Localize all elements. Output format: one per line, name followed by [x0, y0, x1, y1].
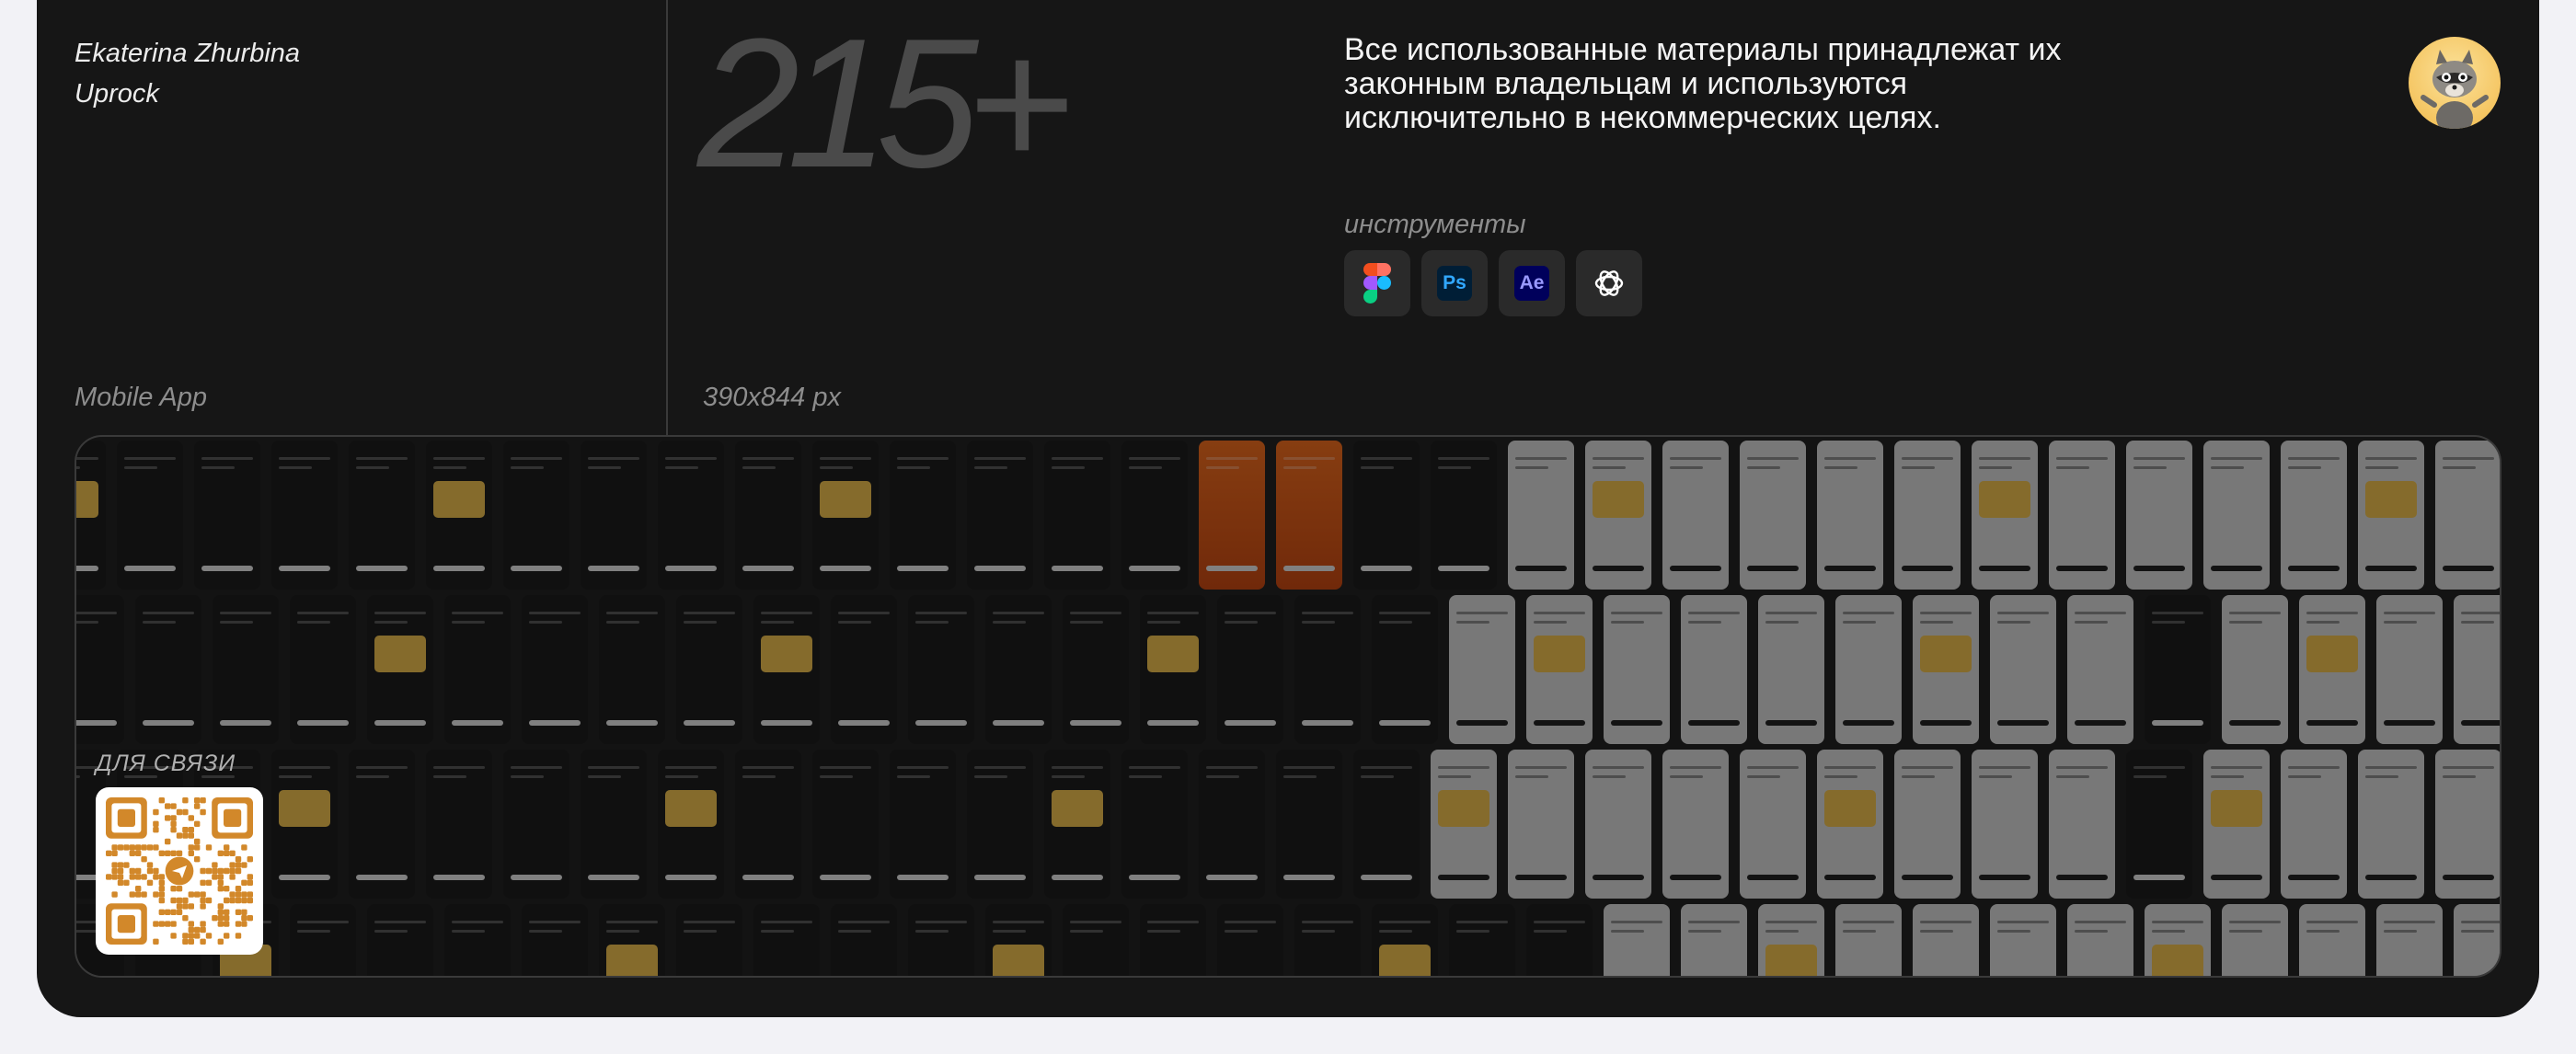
- gallery-overlay: [76, 437, 2500, 976]
- author-company: Uprock: [75, 79, 159, 109]
- qr-code[interactable]: [96, 787, 263, 955]
- figma-icon: [1363, 263, 1391, 304]
- photoshop-icon: Ps: [1437, 266, 1472, 301]
- project-type-label: Mobile App: [75, 383, 208, 412]
- telegram-qr-code-icon: [106, 797, 253, 945]
- tool-chatgpt[interactable]: [1576, 250, 1642, 316]
- tools-label: инструменты: [1344, 210, 1526, 239]
- screen-size-label: 390x844 px: [703, 383, 841, 412]
- tools-list: Ps Ae: [1344, 250, 1642, 316]
- author-name: Ekaterina Zhurbina: [75, 39, 301, 68]
- author-block: Ekaterina Zhurbina Uprock: [75, 33, 300, 114]
- copyright-notice: Все использованные материалы принадлежат…: [1344, 32, 2062, 135]
- contact-label: ДЛЯ СВЯЗИ: [96, 750, 236, 776]
- portfolio-card: Ekaterina Zhurbina Uprock 215+ Все испол…: [37, 0, 2539, 1017]
- raccoon-avatar-icon: [2421, 50, 2489, 129]
- tool-after-effects[interactable]: Ae: [1499, 250, 1565, 316]
- after-effects-icon: Ae: [1514, 266, 1549, 301]
- avatar[interactable]: [2409, 37, 2501, 129]
- tool-photoshop[interactable]: Ps: [1421, 250, 1488, 316]
- screens-count: 215+: [697, 1, 1073, 206]
- column-divider: [666, 0, 668, 436]
- chatgpt-icon: [1594, 270, 1624, 296]
- screens-gallery: [75, 435, 2501, 978]
- tool-figma[interactable]: [1344, 250, 1410, 316]
